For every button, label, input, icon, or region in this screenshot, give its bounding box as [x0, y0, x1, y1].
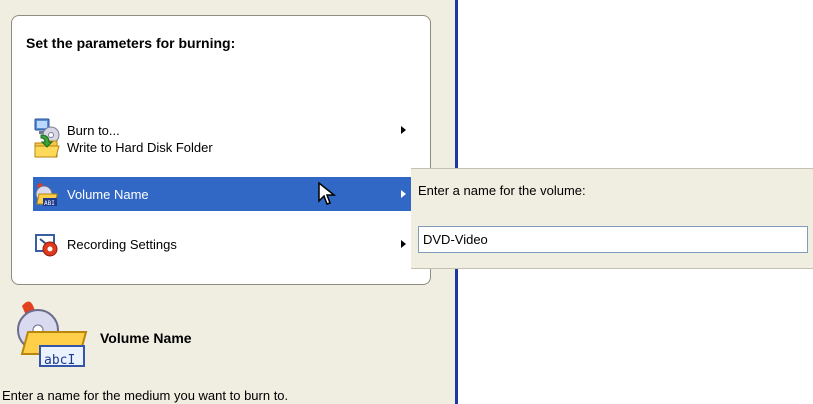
folder-arrow-icon [33, 133, 61, 161]
menu-item-recording-settings[interactable]: Recording Settings [33, 227, 411, 261]
menu-title: Set the parameters for burning: [26, 35, 236, 51]
menu-item-label: Write to Hard Disk Folder [67, 139, 213, 155]
svg-text:ABI: ABI [44, 200, 55, 207]
info-icon-badge: abcI [44, 353, 76, 368]
submenu-arrow-icon [401, 190, 406, 198]
menu-item-label: Recording Settings [67, 236, 177, 252]
submenu-arrow-icon [401, 240, 406, 248]
menu-item-write-to-folder[interactable]: Write to Hard Disk Folder [33, 130, 411, 164]
menu-item-volume-name[interactable]: ABI Volume Name [33, 177, 411, 211]
volume-name-input[interactable] [418, 226, 808, 253]
mouse-cursor-icon [318, 181, 340, 208]
recording-settings-icon [33, 230, 61, 258]
submenu-label: Enter a name for the volume: [418, 183, 586, 198]
volume-name-icon: ABI [33, 180, 61, 208]
info-description: Enter a name for the medium you want to … [2, 388, 289, 403]
volume-name-submenu: Enter a name for the volume: [411, 168, 813, 269]
menu-item-label: Volume Name [67, 186, 149, 202]
info-title: Volume Name [100, 330, 192, 346]
